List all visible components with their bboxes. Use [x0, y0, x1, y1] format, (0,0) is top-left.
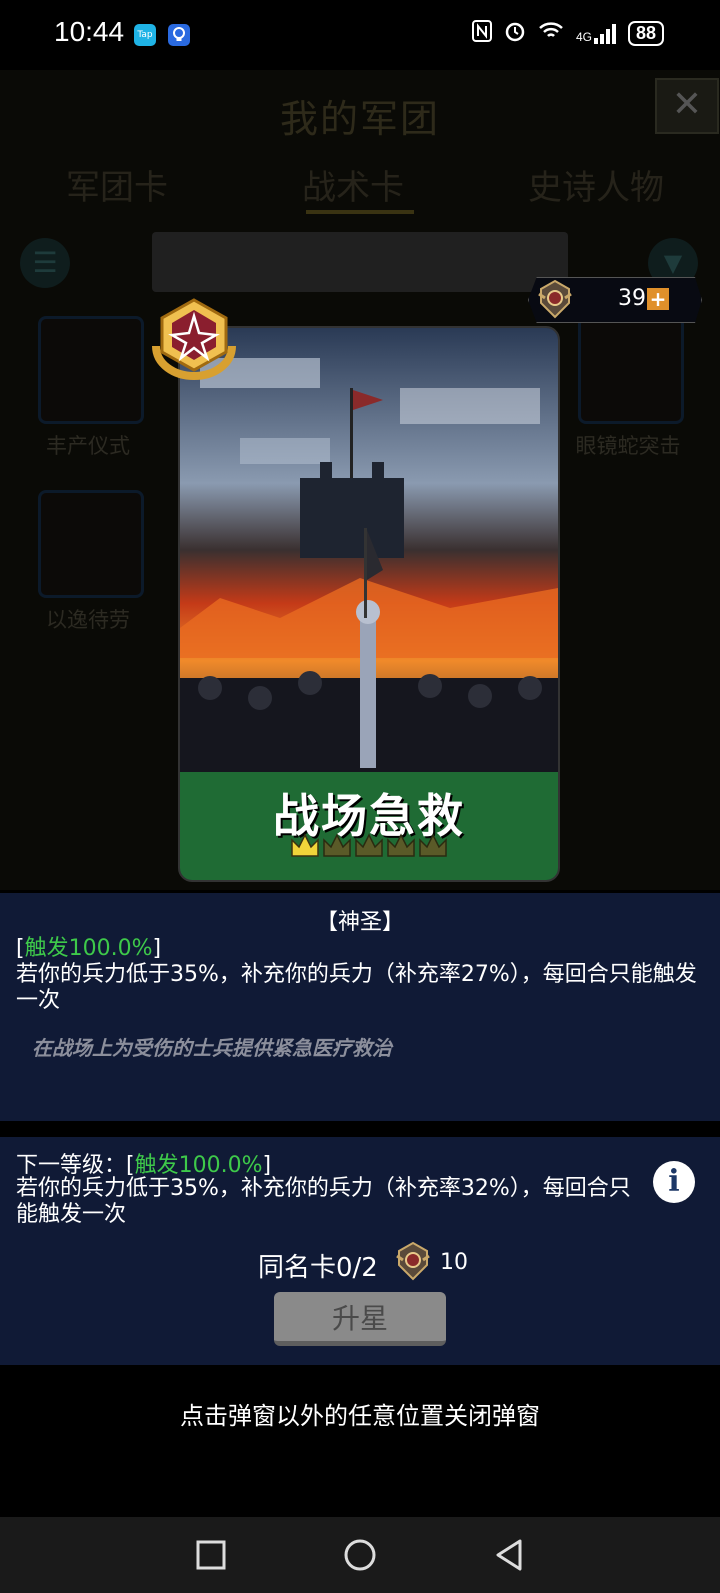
crown-icon-empty: [323, 833, 351, 857]
close-hint: 点击弹窗以外的任意位置关闭弹窗: [180, 1402, 540, 1430]
effect-text: 若你的兵力低于35%，补充你的兵力（补充率27%），每回合只能触发一次: [16, 962, 697, 1013]
nfc-icon: [471, 20, 492, 47]
tab-epic-characters[interactable]: 史诗人物: [528, 160, 664, 209]
bulb-icon: [168, 24, 190, 46]
taptap-app-icon: Tap: [134, 24, 156, 46]
crown-icon-empty: [419, 833, 447, 857]
crown-icon-filled: [291, 833, 319, 857]
recents-icon[interactable]: [196, 1540, 226, 1574]
card-artwork: [180, 328, 558, 772]
star-rating: [290, 832, 450, 860]
emblem-icon: [534, 278, 576, 320]
duplicate-card-count: 同名卡0/2: [258, 1253, 378, 1283]
tab-legion-cards[interactable]: 军团卡: [66, 160, 168, 209]
flavor-text: 在战场上为受伤的士兵提供紧急医疗救治: [32, 1036, 392, 1060]
trigger-chance: 触发100.0%: [24, 936, 153, 961]
bracket-open: [: [16, 936, 25, 961]
next-level-label: 下一等级：[: [16, 1153, 135, 1178]
holy-medal-icon: [148, 296, 240, 382]
alarm-icon: [504, 20, 526, 47]
back-icon[interactable]: [494, 1539, 524, 1575]
close-icon[interactable]: ✕: [655, 78, 719, 134]
card-thumbnail[interactable]: [38, 316, 144, 424]
upgrade-cost: 10: [440, 1250, 468, 1275]
home-icon[interactable]: [344, 1539, 376, 1575]
status-time: 10:44: [54, 16, 125, 47]
tab-tactic-cards[interactable]: 战术卡: [302, 160, 404, 209]
crown-icon-empty: [387, 833, 415, 857]
currency-amount: 39: [618, 286, 646, 311]
menu-icon[interactable]: ☰: [20, 238, 70, 288]
card-thumbnail[interactable]: [578, 316, 684, 424]
battery-indicator: 88: [627, 21, 664, 46]
info-icon[interactable]: i: [653, 1161, 695, 1203]
card-thumbnail[interactable]: [38, 490, 144, 598]
card-thumbnail-label: 以逸待劳: [46, 608, 130, 632]
add-currency-button[interactable]: +: [647, 288, 669, 310]
card-thumbnail-label: 眼镜蛇突击: [575, 434, 681, 458]
active-tab-indicator: [306, 210, 414, 214]
signal-icon: 4G: [575, 23, 616, 44]
next-level-effect-text: 若你的兵力低于35%，补充你的兵力（补充率32%），每回合只能触发一次: [16, 1176, 631, 1227]
next-level-trigger-chance: 触发100.0%: [134, 1153, 263, 1178]
emblem-icon: [392, 1240, 434, 1282]
network-type: 4G: [575, 29, 592, 44]
trigger-line: [触发100.0%]: [16, 936, 161, 962]
crown-icon-empty: [355, 833, 383, 857]
bracket-close: ]: [152, 936, 162, 961]
wifi-icon: [538, 21, 564, 46]
search-input[interactable]: [152, 232, 568, 292]
status-icons: 4G 88: [471, 20, 664, 47]
upgrade-star-button[interactable]: 升星: [274, 1292, 446, 1346]
tactic-card: 战场急救: [178, 326, 560, 882]
card-tag: 【神圣】: [315, 910, 404, 935]
page-title: 我的军团: [279, 97, 440, 141]
bracket-close: ]: [262, 1153, 272, 1178]
card-thumbnail-label: 丰产仪式: [46, 434, 130, 458]
